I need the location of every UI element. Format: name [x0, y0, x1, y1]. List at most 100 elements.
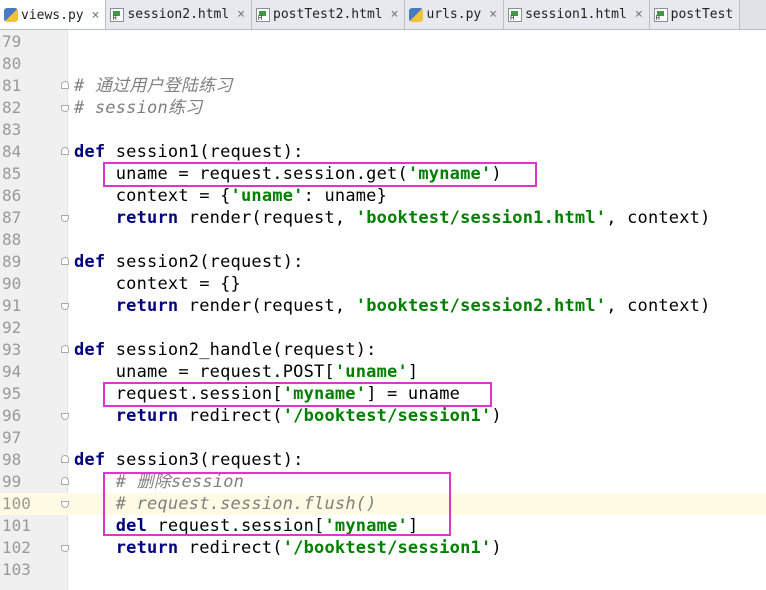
close-tab-icon[interactable]: ×	[635, 7, 643, 22]
close-tab-icon[interactable]: ×	[391, 7, 399, 22]
code-line[interactable]: 90 context = {}	[0, 273, 766, 295]
code-line[interactable]: 102 return redirect('/booktest/session1'…	[0, 537, 766, 559]
tab-urls-py[interactable]: urls.py ×	[405, 0, 505, 29]
fold-end-icon[interactable]	[61, 413, 69, 420]
code-token: session3(request):	[105, 450, 304, 470]
code-line[interactable]: 97	[0, 427, 766, 449]
code-line[interactable]: 84 def session1(request):	[0, 141, 766, 163]
keyword-token: def	[74, 340, 106, 360]
python-file-icon	[409, 7, 424, 22]
tab-label: session2.html	[127, 7, 230, 22]
code-line[interactable]: 95 request.session['myname'] = uname	[0, 383, 766, 405]
tab-session2-html[interactable]: session2.html ×	[106, 0, 253, 29]
code-line[interactable]: 98 def session3(request):	[0, 449, 766, 471]
close-tab-icon[interactable]: ×	[237, 7, 245, 22]
code-text: def session1(request):	[74, 141, 304, 163]
line-number: 87	[2, 208, 22, 227]
fold-end-icon[interactable]	[61, 303, 69, 310]
code-line[interactable]: 96 return redirect('/booktest/session1')	[0, 405, 766, 427]
code-line[interactable]: 85 uname = request.session.get('myname')	[0, 163, 766, 185]
close-tab-icon[interactable]: ×	[489, 7, 497, 22]
code-line[interactable]: 89 def session2(request):	[0, 251, 766, 273]
code-token: , context)	[606, 208, 711, 228]
string-token: 'booktest/session2.html'	[355, 296, 607, 316]
code-token: session2_handle(request):	[105, 340, 377, 360]
tab-label: postTest	[670, 7, 734, 22]
fold-start-icon[interactable]	[61, 81, 69, 89]
code-line[interactable]: 100 # request.session.flush()	[0, 493, 766, 515]
code-text: # 通过用户登陆练习	[74, 75, 232, 97]
tab-session1-html[interactable]: session1.html ×	[504, 0, 650, 29]
keyword-token: def	[74, 450, 106, 470]
code-line[interactable]: 79	[0, 31, 766, 53]
code-text: # session练习	[74, 97, 202, 119]
html-file-icon	[256, 7, 271, 22]
comment-token: # 删除session	[115, 472, 245, 492]
line-number: 100	[2, 494, 31, 513]
fold-start-icon[interactable]	[61, 147, 69, 155]
code-line[interactable]: 82 # session练习	[0, 97, 766, 119]
html-file-icon	[653, 7, 668, 22]
fold-start-icon[interactable]	[61, 477, 69, 485]
code-line[interactable]: 92	[0, 317, 766, 339]
keyword-token: return	[115, 538, 179, 558]
fold-end-icon[interactable]	[61, 545, 69, 552]
code-token: redirect(	[178, 406, 283, 426]
code-text: # 删除session	[74, 471, 244, 493]
code-line[interactable]: 83	[0, 119, 766, 141]
string-token: '/booktest/session1'	[282, 406, 492, 426]
fold-end-icon[interactable]	[61, 215, 69, 222]
code-text: context = {'uname': uname}	[74, 185, 387, 207]
line-number: 82	[2, 98, 22, 117]
code-line[interactable]: 87 return render(request, 'booktest/sess…	[0, 207, 766, 229]
code-token: )	[491, 164, 502, 184]
tab-posttest2-html[interactable]: postTest2.html ×	[252, 0, 406, 29]
line-number: 95	[2, 384, 22, 403]
code-line[interactable]: 101 del request.session['myname']	[0, 515, 766, 537]
code-line[interactable]: 99 # 删除session	[0, 471, 766, 493]
line-number: 102	[2, 538, 31, 557]
code-line[interactable]: 88	[0, 229, 766, 251]
code-line[interactable]: 80	[0, 53, 766, 75]
code-line[interactable]: 81 # 通过用户登陆练习	[0, 75, 766, 97]
tab-posttest[interactable]: postTest	[649, 0, 741, 29]
code-text: del request.session['myname']	[74, 515, 418, 537]
fold-end-icon[interactable]	[61, 105, 69, 112]
code-token: , context)	[606, 296, 711, 316]
code-token: ] = uname	[366, 384, 461, 404]
code-line[interactable]: 103	[0, 559, 766, 581]
code-editor[interactable]: 79 80 81 # 通过用户登陆练习 82 # session练习 83 84 def ses…	[0, 30, 766, 590]
close-tab-icon[interactable]: ×	[92, 8, 100, 23]
line-number: 79	[2, 32, 22, 51]
fold-start-icon[interactable]	[61, 455, 69, 463]
code-token: render(request,	[178, 208, 356, 228]
code-line[interactable]: 94 uname = request.POST['uname']	[0, 361, 766, 383]
code-text: def session2_handle(request):	[74, 339, 377, 361]
code-line[interactable]: 91 return render(request, 'booktest/sess…	[0, 295, 766, 317]
line-number: 96	[2, 406, 22, 425]
code-token: request.session[	[74, 384, 283, 404]
string-token: 'booktest/session1.html'	[355, 208, 607, 228]
tab-views-py[interactable]: views.py ×	[0, 0, 107, 29]
code-line[interactable]: 93 def session2_handle(request):	[0, 339, 766, 361]
tab-label: views.py	[21, 7, 84, 23]
code-line[interactable]: 86 context = {'uname': uname}	[0, 185, 766, 207]
fold-start-icon[interactable]	[61, 257, 69, 265]
code-token: ]	[407, 362, 419, 382]
string-token: 'myname'	[324, 516, 408, 536]
line-number: 86	[2, 186, 22, 205]
line-number: 89	[2, 252, 22, 271]
tab-label: session1.html	[525, 7, 627, 22]
fold-start-icon[interactable]	[61, 345, 69, 353]
code-token: request.session[	[147, 516, 325, 536]
keyword-token: return	[115, 208, 179, 228]
comment-token: # request.session.flush()	[115, 494, 377, 514]
fold-end-icon[interactable]	[61, 501, 69, 508]
code-text: uname = request.session.get('myname')	[74, 163, 502, 185]
code-token: )	[491, 538, 502, 558]
code-text: request.session['myname'] = uname	[74, 383, 460, 405]
